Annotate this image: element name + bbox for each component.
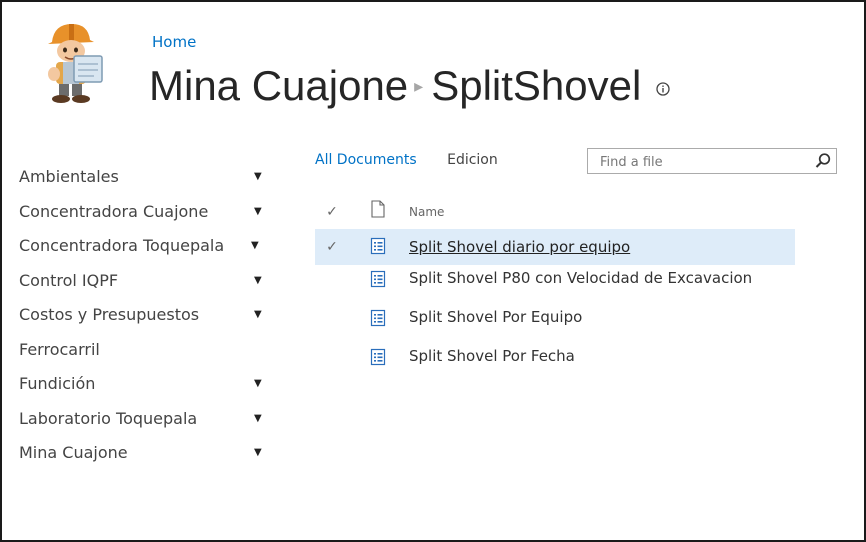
nav-item-laboratorio-toquepala[interactable]: Laboratorio Toquepala ▼ (2, 402, 287, 437)
nav-item-label: Control IQPF (19, 270, 119, 290)
construction-worker-logo (48, 24, 103, 103)
page-frame: Home Mina Cuajone ▸ SplitShovel Ambientale… (0, 0, 866, 542)
search-icon[interactable] (814, 152, 832, 170)
search-box (587, 148, 837, 174)
view-all-documents[interactable]: All Documents (315, 152, 417, 168)
nav-item-mina-cuajone[interactable]: Mina Cuajone ▼ (2, 436, 287, 471)
nav-item-label: Concentradora Toquepala (19, 236, 225, 255)
document-link[interactable]: Split Shovel Por Fecha (409, 340, 575, 373)
nav-item-concentradora-cuajone[interactable]: Concentradora Cuajone ▼ (2, 195, 287, 230)
document-list: ✓ Name ✓ Split Shovel diario por equipo (315, 196, 795, 385)
column-header-name[interactable]: Name (409, 196, 444, 229)
nav-item-control-iqpf[interactable]: Control IQPF ▼ (2, 264, 287, 299)
triangle-down-icon[interactable]: ▼ (254, 367, 262, 402)
nav-item-label: Ferrocarril (19, 339, 100, 359)
nav-item-label: Fundición (19, 374, 96, 393)
nav-item-concentradora-toquepala[interactable]: Concentradora Toquepala ▼ (2, 229, 287, 264)
triangle-down-icon[interactable]: ▼ (254, 402, 262, 437)
list-header-row: ✓ Name (315, 196, 795, 229)
list-item[interactable]: Split Shovel Por Fecha (315, 346, 795, 385)
document-link[interactable]: Split Shovel diario por equipo (409, 229, 630, 262)
list-document-icon (370, 270, 386, 288)
list-document-icon (370, 309, 386, 327)
nav-item-ambientales[interactable]: Ambientales ▼ (2, 160, 287, 195)
check-icon[interactable]: ✓ (324, 229, 340, 262)
search-input[interactable] (598, 152, 802, 172)
triangle-down-icon[interactable]: ▼ (254, 160, 262, 195)
breadcrumb-separator-icon: ▸ (414, 75, 424, 96)
document-link[interactable]: Split Shovel P80 con Velocidad de Excava… (409, 262, 752, 295)
nav-item-label: Ambientales (19, 167, 119, 186)
page-title: Mina Cuajone ▸ SplitShovel (149, 62, 670, 116)
nav-item-label: Costos y Presupuestos (19, 305, 200, 324)
nav-item-label: Laboratorio Toquepala (19, 408, 198, 428)
triangle-down-icon[interactable]: ▼ (251, 229, 259, 264)
document-icon[interactable] (370, 200, 386, 218)
list-document-icon (370, 348, 386, 366)
site-title[interactable]: Mina Cuajone (149, 62, 408, 109)
view-edicion[interactable]: Edicion (447, 152, 498, 168)
library-title[interactable]: SplitShovel (431, 62, 641, 109)
document-link[interactable]: Split Shovel Por Equipo (409, 301, 582, 334)
nav-item-label: Mina Cuajone (19, 443, 128, 462)
list-item[interactable]: ✓ Split Shovel diario por equipo (315, 229, 795, 265)
list-document-icon (370, 237, 386, 255)
view-selector: All Documents Edicion (315, 152, 524, 168)
triangle-down-icon[interactable]: ▼ (254, 298, 262, 333)
triangle-down-icon[interactable]: ▼ (254, 195, 262, 230)
nav-item-ferrocarril[interactable]: Ferrocarril (2, 333, 287, 368)
nav-item-label: Concentradora Cuajone (19, 201, 209, 221)
select-all-check-icon[interactable]: ✓ (324, 196, 340, 229)
nav-item-fundicion[interactable]: Fundición ▼ (2, 367, 287, 402)
triangle-down-icon[interactable]: ▼ (254, 436, 262, 471)
left-navigation: Ambientales ▼ Concentradora Cuajone ▼ Co… (2, 160, 287, 471)
home-link[interactable]: Home (152, 33, 196, 51)
info-icon[interactable] (656, 82, 670, 96)
triangle-down-icon[interactable]: ▼ (254, 264, 262, 299)
nav-item-costos-y-presupuestos[interactable]: Costos y Presupuestos ▼ (2, 298, 287, 333)
